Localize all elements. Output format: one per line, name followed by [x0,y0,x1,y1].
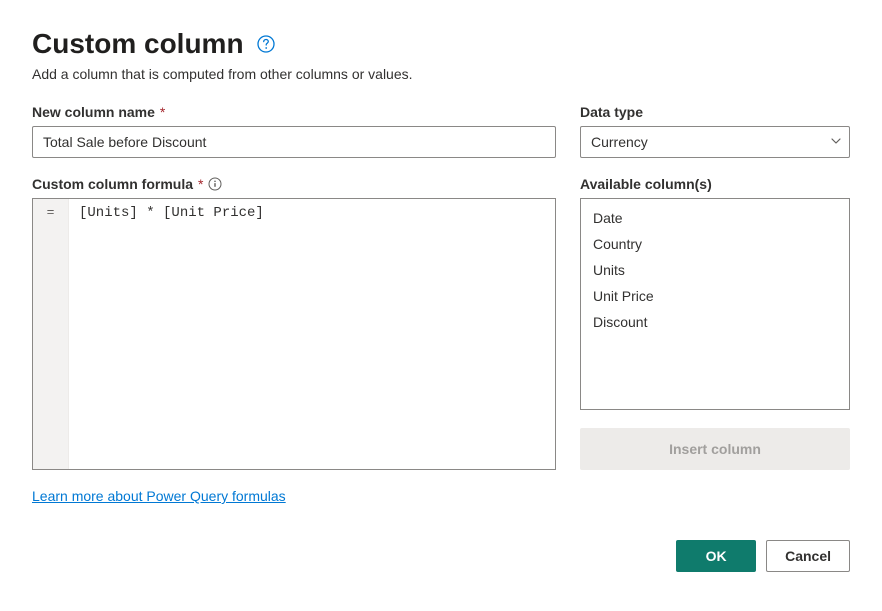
formula-editor[interactable]: = [Units] * [Unit Price] [32,198,556,470]
list-item[interactable]: Discount [581,309,849,335]
data-type-select[interactable]: Currency [580,126,850,158]
learn-more-link[interactable]: Learn more about Power Query formulas [32,488,556,504]
list-item[interactable]: Date [581,205,849,231]
new-column-name-input[interactable] [32,126,556,158]
info-icon[interactable] [208,177,222,191]
data-type-label: Data type [580,104,643,120]
formula-body[interactable]: [Units] * [Unit Price] [69,199,555,469]
list-item[interactable]: Unit Price [581,283,849,309]
insert-column-button: Insert column [580,428,850,470]
available-columns-list[interactable]: Date Country Units Unit Price Discount [580,198,850,410]
dialog-subtitle: Add a column that is computed from other… [32,66,850,82]
ok-button[interactable]: OK [676,540,756,572]
cancel-button[interactable]: Cancel [766,540,850,572]
list-item[interactable]: Country [581,231,849,257]
available-columns-label: Available column(s) [580,176,712,192]
new-column-name-label: New column name [32,104,155,120]
list-item[interactable]: Units [581,257,849,283]
required-marker: * [198,176,203,192]
help-icon[interactable] [256,34,276,54]
formula-label: Custom column formula [32,176,193,192]
data-type-value: Currency [591,134,648,150]
formula-gutter: = [33,199,69,469]
dialog-title: Custom column [32,28,244,60]
required-marker: * [160,104,165,120]
